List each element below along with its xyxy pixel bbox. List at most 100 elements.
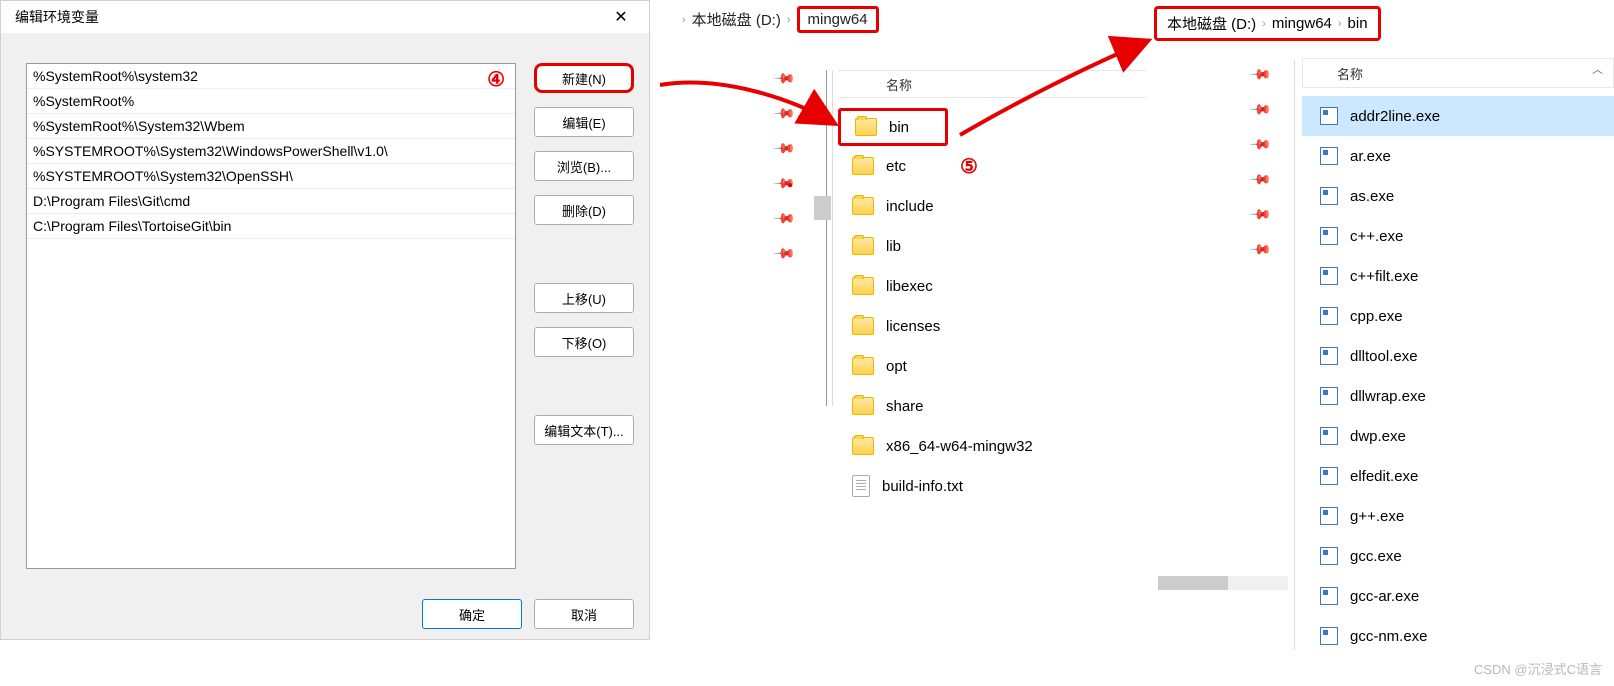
exe-icon	[1320, 387, 1338, 405]
exe-icon	[1320, 187, 1338, 205]
folder-icon	[852, 277, 874, 295]
exe-item[interactable]: dwp.exe	[1302, 416, 1614, 456]
chevron-right-icon: ›	[1338, 18, 1342, 30]
exe-icon	[1320, 147, 1338, 165]
env-path-list[interactable]: ④ %SystemRoot%\system32 %SystemRoot% %Sy…	[26, 63, 516, 569]
pin-icon: 📌	[1249, 167, 1273, 191]
move-up-button[interactable]: 上移(U)	[534, 283, 634, 313]
exe-icon	[1320, 467, 1338, 485]
quick-access-pins-2: 📌 📌 📌 📌 📌 📌	[1252, 66, 1269, 258]
sidebar-divider	[826, 70, 827, 406]
exe-item[interactable]: gcc-ar.exe	[1302, 576, 1614, 616]
file-name: build-info.txt	[882, 478, 963, 495]
env-var-dialog: 编辑环境变量 ✕ ④ %SystemRoot%\system32 %System…	[0, 0, 650, 640]
env-row[interactable]: %SYSTEMROOT%\System32\WindowsPowerShell\…	[27, 139, 515, 164]
exe-item[interactable]: dllwrap.exe	[1302, 376, 1614, 416]
pin-icon: 📌	[773, 136, 797, 160]
pin-icon: 📌	[773, 101, 797, 125]
file-name: addr2line.exe	[1350, 108, 1440, 125]
env-row[interactable]: D:\Program Files\Git\cmd	[27, 189, 515, 214]
exe-item[interactable]: gcc-nm.exe	[1302, 616, 1614, 656]
env-row[interactable]: %SystemRoot%	[27, 89, 515, 114]
pin-icon: 📌	[773, 171, 797, 195]
folder-bin[interactable]: bin	[838, 108, 948, 146]
chevron-right-icon: ›	[787, 14, 791, 26]
folder-icon	[852, 357, 874, 375]
button-column: 新建(N) 编辑(E) 浏览(B)... 删除(D) 上移(U) 下移(O) 编…	[534, 63, 634, 569]
file-name: share	[886, 398, 924, 415]
file-name: gcc.exe	[1350, 548, 1402, 565]
exe-item[interactable]: g++.exe	[1302, 496, 1614, 536]
close-icon[interactable]: ✕	[601, 7, 641, 27]
ok-button[interactable]: 确定	[422, 599, 522, 629]
titlebar: 编辑环境变量 ✕	[1, 1, 649, 33]
folder-icon	[852, 197, 874, 215]
edit-text-button[interactable]: 编辑文本(T)...	[534, 415, 634, 445]
folder-icon	[855, 118, 877, 136]
breadcrumb-2[interactable]: 本地磁盘 (D:) › mingw64 › bin	[1154, 6, 1381, 41]
exe-icon	[1320, 107, 1338, 125]
pin-icon: 📌	[1249, 62, 1273, 86]
env-row[interactable]: %SYSTEMROOT%\System32\OpenSSH\	[27, 164, 515, 189]
file-name: licenses	[886, 318, 940, 335]
exe-icon	[1320, 547, 1338, 565]
file-name: dlltool.exe	[1350, 348, 1418, 365]
file-name: lib	[886, 238, 901, 255]
text-file-icon	[852, 475, 870, 497]
breadcrumb-folder[interactable]: bin	[1348, 15, 1368, 32]
exe-icon	[1320, 267, 1338, 285]
dialog-footer: 确定 取消	[422, 599, 634, 629]
exe-icon	[1320, 227, 1338, 245]
browse-button[interactable]: 浏览(B)...	[534, 151, 634, 181]
file-name: x86_64-w64-mingw32	[886, 438, 1033, 455]
edit-button[interactable]: 编辑(E)	[534, 107, 634, 137]
explorer-bin: 本地磁盘 (D:) › mingw64 › bin 📌 📌 📌 📌 📌 📌 名称…	[1146, 0, 1614, 686]
exe-item[interactable]: dlltool.exe	[1302, 336, 1614, 376]
file-name: c++filt.exe	[1350, 268, 1418, 285]
breadcrumb-disk[interactable]: 本地磁盘 (D:)	[1167, 13, 1256, 34]
pin-icon: 📌	[1249, 237, 1273, 261]
column-header-label: 名称	[1337, 64, 1363, 83]
cancel-button[interactable]: 取消	[534, 599, 634, 629]
exe-icon	[1320, 507, 1338, 525]
exe-item[interactable]: elfedit.exe	[1302, 456, 1614, 496]
pin-icon: 📌	[773, 66, 797, 90]
folder-icon	[852, 237, 874, 255]
sidebar-scrollbar[interactable]	[814, 196, 831, 220]
file-name: elfedit.exe	[1350, 468, 1418, 485]
file-name: ar.exe	[1350, 148, 1391, 165]
exe-item[interactable]: ar.exe	[1302, 136, 1614, 176]
folder-icon	[852, 157, 874, 175]
file-name: include	[886, 198, 934, 215]
env-row[interactable]: C:\Program Files\TortoiseGit\bin	[27, 214, 515, 239]
pin-icon: 📌	[1249, 132, 1273, 156]
delete-button[interactable]: 删除(D)	[534, 195, 634, 225]
breadcrumb-folder[interactable]: mingw64	[1272, 15, 1332, 32]
env-row[interactable]: %SystemRoot%\System32\Wbem	[27, 114, 515, 139]
column-header-name-2[interactable]: 名称 ︿	[1302, 58, 1614, 88]
env-row[interactable]: %SystemRoot%\system32	[27, 64, 515, 89]
dialog-title: 编辑环境变量	[15, 7, 99, 27]
sidebar-scrollbar-thumb[interactable]	[1158, 576, 1228, 590]
exe-item[interactable]: as.exe	[1302, 176, 1614, 216]
exe-item[interactable]: addr2line.exe	[1302, 96, 1614, 136]
annotation-5: ⑤	[960, 154, 978, 179]
file-name: opt	[886, 358, 907, 375]
new-button[interactable]: 新建(N)	[534, 63, 634, 93]
exe-item[interactable]: c++filt.exe	[1302, 256, 1614, 296]
move-down-button[interactable]: 下移(O)	[534, 327, 634, 357]
file-name: etc	[886, 158, 906, 175]
breadcrumb-disk[interactable]: 本地磁盘 (D:)	[692, 9, 781, 30]
exe-item[interactable]: c++.exe	[1302, 216, 1614, 256]
file-name: dwp.exe	[1350, 428, 1406, 445]
pin-icon: 📌	[773, 241, 797, 265]
file-name: gcc-nm.exe	[1350, 628, 1428, 645]
sort-arrow-icon: ︿	[1592, 61, 1603, 77]
exe-item[interactable]: cpp.exe	[1302, 296, 1614, 336]
quick-access-pins: 📌 📌 📌 📌 📌 📌	[776, 70, 793, 262]
chevron-right-icon: ›	[1262, 18, 1266, 30]
breadcrumb-folder[interactable]: mingw64	[797, 6, 879, 33]
file-name: dllwrap.exe	[1350, 388, 1426, 405]
exe-item[interactable]: gcc.exe	[1302, 536, 1614, 576]
file-name: c++.exe	[1350, 228, 1403, 245]
